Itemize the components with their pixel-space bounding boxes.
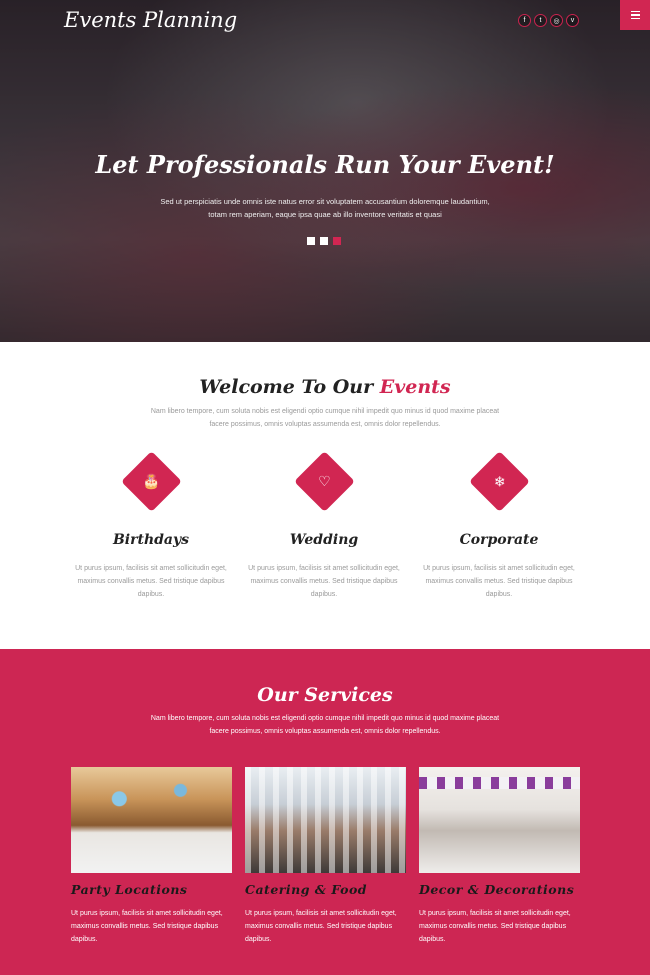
dribbble-icon[interactable]: ◎ (550, 14, 563, 27)
card-text: Ut purus ipsum, facilisis sit amet solli… (245, 910, 397, 943)
feature-birthdays: 🎂 Birthdays Ut purus ipsum, facilisis si… (56, 451, 246, 601)
slider-dots (307, 237, 341, 245)
welcome-section: Welcome To Our Events Nam libero tempore… (0, 342, 650, 649)
facebook-icon[interactable]: f (518, 14, 531, 27)
site-logo[interactable]: Events Planning (64, 8, 237, 32)
feature-title: Wedding (289, 532, 359, 548)
heart-icon: ♡ (293, 451, 355, 512)
hamburger-icon (630, 10, 640, 13)
feature-wedding: ♡ Wedding Ut purus ipsum, facilisis sit … (229, 451, 419, 601)
hero-title: Let Professionals Run Your Event! (95, 150, 555, 179)
service-card-party-locations: Party Locations Ut purus ipsum, facilisi… (71, 767, 232, 946)
twitter-icon[interactable]: t (534, 14, 547, 27)
card-title[interactable]: Party Locations (71, 882, 232, 897)
menu-button[interactable] (620, 0, 650, 30)
services-title: Our Services (257, 684, 393, 706)
snowflake-icon: ❄ (468, 451, 530, 512)
card-text: Ut purus ipsum, facilisis sit amet solli… (71, 910, 223, 943)
social-links: f t ◎ v (518, 14, 579, 27)
feature-corporate: ❄ Corporate Ut purus ipsum, facilisis si… (404, 451, 594, 601)
service-card-decor: Decor & Decorations Ut purus ipsum, faci… (419, 767, 580, 946)
party-locations-image[interactable] (71, 767, 232, 873)
welcome-title-accent: Events (379, 376, 451, 398)
service-card-catering: Catering & Food Ut purus ipsum, facilisi… (245, 767, 406, 946)
slider-dot[interactable] (320, 237, 328, 245)
feature-text: Ut purus ipsum, facilisis sit amet solli… (423, 565, 575, 598)
decor-image[interactable] (419, 767, 580, 873)
services-section: Our Services Nam libero tempore, cum sol… (0, 649, 650, 975)
feature-text: Ut purus ipsum, facilisis sit amet solli… (248, 565, 400, 598)
hero-text: Sed ut perspiciatis unde omnis iste natu… (160, 197, 490, 219)
services-text: Nam libero tempore, cum soluta nobis est… (150, 715, 500, 735)
hero-banner: Events Planning f t ◎ v Let Professional… (0, 0, 650, 342)
card-title[interactable]: Decor & Decorations (419, 882, 580, 897)
welcome-title-prefix: Welcome To Our (199, 376, 380, 398)
catering-image[interactable] (245, 767, 406, 873)
welcome-title: Welcome To Our Events (0, 376, 650, 398)
feature-title: Birthdays (112, 532, 190, 548)
slider-dot[interactable] (307, 237, 315, 245)
card-title[interactable]: Catering & Food (245, 882, 406, 897)
feature-title: Corporate (459, 532, 539, 548)
slider-dot-active[interactable] (333, 237, 341, 245)
welcome-text: Nam libero tempore, cum soluta nobis est… (150, 408, 500, 428)
card-text: Ut purus ipsum, facilisis sit amet solli… (419, 910, 571, 943)
feature-text: Ut purus ipsum, facilisis sit amet solli… (75, 565, 227, 598)
vimeo-icon[interactable]: v (566, 14, 579, 27)
birthday-cake-icon: 🎂 (120, 451, 182, 512)
